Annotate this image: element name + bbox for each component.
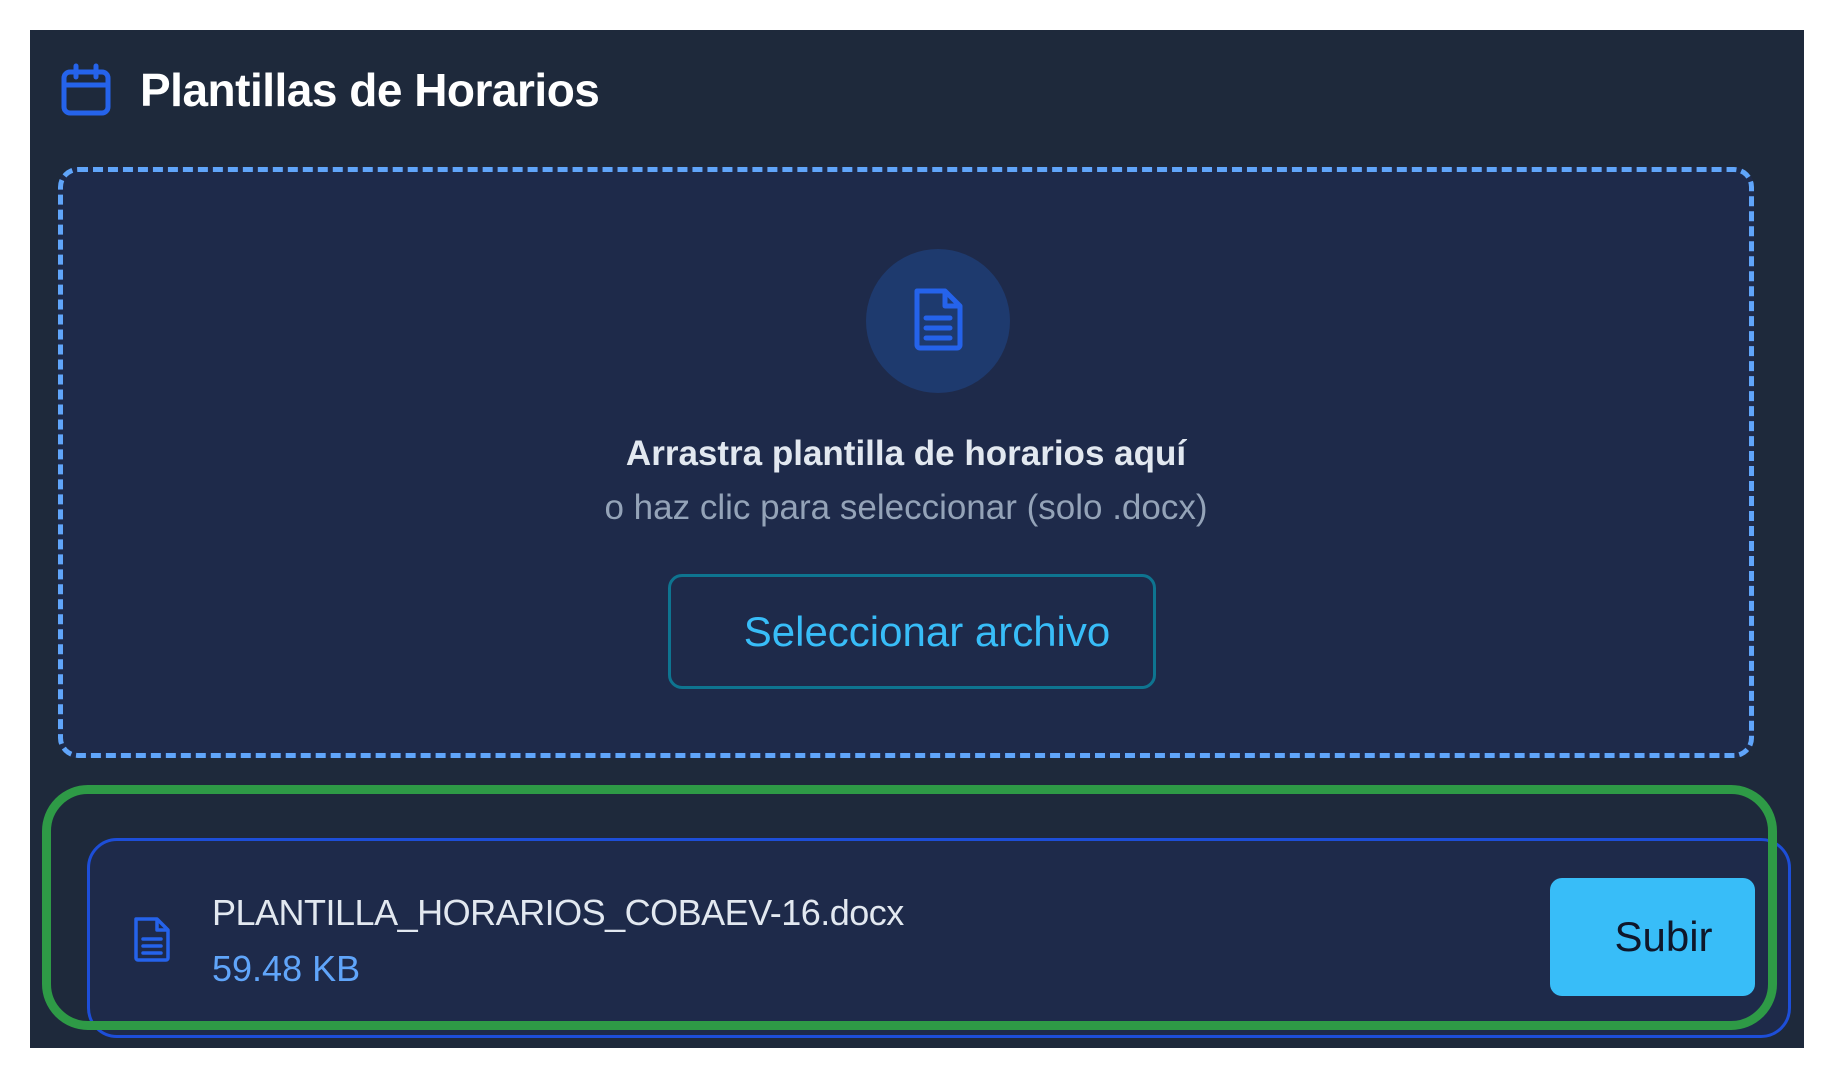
select-file-button[interactable]: Seleccionar archivo — [668, 574, 1156, 689]
document-icon — [911, 287, 965, 356]
dropzone-icon-badge — [866, 249, 1010, 393]
calendar-icon — [60, 63, 112, 117]
panel-header: Plantillas de Horarios — [60, 60, 600, 120]
panel-title: Plantillas de Horarios — [140, 64, 600, 116]
file-dropzone[interactable]: Arrastra plantilla de horarios aquí o ha… — [58, 167, 1754, 758]
dropzone-subtitle: o haz clic para seleccionar (solo .docx) — [604, 488, 1208, 527]
highlight-annotation — [42, 785, 1777, 1030]
dropzone-title: Arrastra plantilla de horarios aquí — [625, 434, 1187, 473]
